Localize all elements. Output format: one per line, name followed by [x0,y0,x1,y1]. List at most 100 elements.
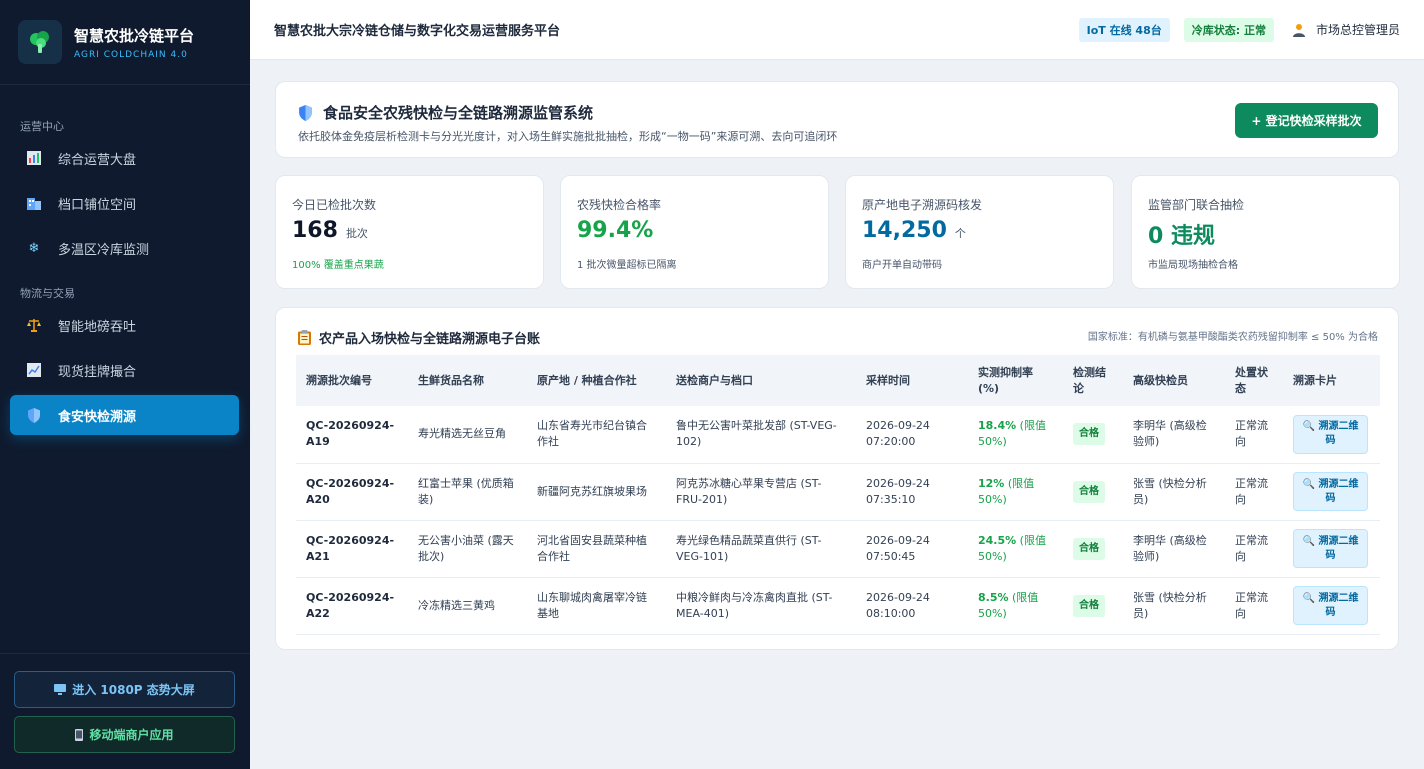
brand-title: 智慧农批冷链平台 [74,26,195,45]
user-avatar-icon [1292,23,1306,37]
batch-id: QC-20260924-A22 [296,577,408,635]
scale-icon [26,317,42,333]
table-row: QC-20260924-A19 寿光精选无丝豆角 山东省寿光市纪台镇合作社 鲁中… [296,406,1380,464]
stat-note: 1 批次微量超标已隔离 [577,260,677,271]
pass-badge: 合格 [1073,423,1105,446]
sample-time: 2026-09-24 08:10:00 [856,577,968,635]
shield-icon [26,407,42,423]
batch-id: QC-20260924-A20 [296,463,408,521]
trace-qr-button[interactable]: 🔍 溯源二维码 [1293,414,1368,454]
column-header: 溯源批次编号 [296,355,408,406]
sidebar-item-label: 档口铺位空间 [58,197,137,213]
action-cell: 🔍 溯源二维码 [1283,577,1380,635]
merchant: 中粮冷鲜肉与冷冻禽肉直批 (ST-MEA-401) [666,577,856,635]
origin: 山东省寿光市纪台镇合作社 [527,406,666,464]
result-cell: 合格 [1063,577,1123,635]
stat-unit: 批次 [345,227,368,240]
rate-value: 24.5% [978,533,1017,547]
result-cell: 合格 [1063,406,1123,464]
sidebar-item-dashboard[interactable]: 综合运营大盘 [10,138,239,178]
inhibition-rate: 12% (限值 50%) [968,463,1063,521]
trace-qr-button[interactable]: 🔍 溯源二维码 [1293,472,1368,511]
system-intro-card: 食品安全农残快检与全链路溯源监管系统 依托胶体金免疫层析检测卡与分光光度计，对入… [275,81,1399,158]
action-cell: 🔍 溯源二维码 [1283,406,1380,464]
column-header: 高级快检员 [1123,355,1225,406]
result-cell: 合格 [1063,463,1123,521]
sidebar-item-coldstore[interactable]: ❄ 多温区冷库监测 [10,228,239,268]
inspector: 李明华 (高级检验师) [1123,406,1225,464]
stat-label: 原产地电子溯源码核发 [862,198,983,212]
merchant: 寿光绿色精品蔬菜直供行 (ST-VEG-101) [666,520,856,578]
pass-badge: 合格 [1073,480,1105,503]
register-sample-button[interactable]: + 登记快检采样批次 [1235,103,1378,138]
broccoli-logo-icon [18,20,62,64]
inspector: 张雪 (快检分析员) [1123,463,1225,521]
column-header: 原产地 / 种植合作社 [527,355,666,406]
sidebar-item-trading[interactable]: 现货挂牌撮合 [10,350,239,390]
action-cell: 🔍 溯源二维码 [1283,463,1380,521]
table-header-row: 溯源批次编号 生鲜货品名称 原产地 / 种植合作社 送检商户与档口 采样时间 实… [296,355,1380,406]
clipboard-icon [298,330,311,345]
mobile-app-button[interactable]: 移动端商户应用 [14,716,235,753]
stat-card-trace-codes: 原产地电子溯源码核发 14,250 个 商户开单自动带码 [845,175,1114,289]
sample-time: 2026-09-24 07:35:10 [856,463,968,521]
coldstore-status-badge: 冷库状态: 正常 [1183,17,1274,42]
action-cell: 🔍 溯源二维码 [1283,520,1380,578]
product-name: 寿光精选无丝豆角 [408,406,527,464]
rate-value: 12% [978,476,1005,490]
stat-value: 14,250 [862,218,947,243]
result-cell: 合格 [1063,520,1123,578]
origin: 河北省固安县蔬菜种植合作社 [527,520,666,578]
sidebar-item-foodsafety[interactable]: 食安快检溯源 [10,395,239,435]
iot-status-badge: IoT 在线 48台 [1078,17,1170,42]
inspector: 张雪 (快检分析员) [1123,577,1225,635]
snowflake-icon: ❄ [28,240,40,256]
top-header: 智慧农批大宗冷链仓储与数字化交易运营服务平台 IoT 在线 48台 冷库状态: … [250,0,1424,60]
stat-note: 商户开单自动带码 [862,260,942,271]
sidebar-item-stalls[interactable]: 档口铺位空间 [10,183,239,223]
column-header: 实测抑制率 (%) [968,355,1063,406]
rate-value: 18.4% [978,419,1017,433]
sidebar-footer [0,653,250,654]
pass-badge: 合格 [1073,594,1105,617]
merchant: 阿克苏冰糖心苹果专营店 (ST-FRU-201) [666,463,856,521]
mobile-app-label: 移动端商户应用 [89,728,174,742]
sidebar-item-label: 现货挂牌撮合 [58,364,137,380]
nav-section-logistics: 物流与交易 [20,287,75,300]
mobile-phone-icon [75,728,84,741]
national-standard-note: 国家标准：有机磷与氨基甲酸酯类农药残留抑制率 ≤ 50% 为合格 [1087,332,1378,343]
column-header: 生鲜货品名称 [408,355,527,406]
stat-card-batches: 今日已检批次数 168 批次 100% 覆盖重点果蔬 [275,175,544,289]
table-row: QC-20260924-A20 红富士苹果 (优质箱装) 新疆阿克苏红旗坡果场 … [296,463,1380,521]
column-header: 处置状态 [1225,355,1283,406]
stat-value: 168 [292,218,338,243]
table-row: QC-20260924-A22 冷冻精选三黄鸡 山东聊城肉禽屠宰冷链基地 中粮冷… [296,577,1380,635]
sidebar-item-label: 综合运营大盘 [58,152,137,168]
stat-card-pass-rate: 农残快检合格率 99.4% 1 批次微量超标已隔离 [560,175,829,289]
trace-qr-button[interactable]: 🔍 溯源二维码 [1293,529,1368,568]
column-header: 采样时间 [856,355,968,406]
user-name: 市场总控管理员 [1315,23,1400,37]
trace-qr-button[interactable]: 🔍 溯源二维码 [1293,586,1368,625]
origin: 新疆阿克苏红旗坡果场 [527,463,666,521]
stat-unit: 个 [954,227,966,240]
trace-ledger-card: 农产品入场快检与全链路溯源电子台账 国家标准：有机磷与氨基甲酸酯类农药残留抑制率… [275,307,1399,650]
page-title: 食品安全农残快检与全链路溯源监管系统 [323,104,594,122]
inhibition-rate: 18.4% (限值 50%) [968,406,1063,464]
inhibition-rate: 24.5% (限值 50%) [968,520,1063,578]
enter-bigscreen-label: 进入 1080P 态势大屏 [72,683,195,697]
user-menu[interactable]: 市场总控管理员 [1292,21,1400,38]
shield-icon [298,104,313,121]
stat-card-joint-inspection: 监管部门联合抽检 0 违规 市监局现场抽检合格 [1131,175,1400,289]
origin: 山东聊城肉禽屠宰冷链基地 [527,577,666,635]
building-icon [26,195,42,211]
page-description: 依托胶体金免疫层析检测卡与分光光度计，对入场生鲜实施批批抽检，形成“一物一码”来… [298,130,838,143]
inspector: 李明华 (高级检验师) [1123,520,1225,578]
sidebar-item-label: 食安快检溯源 [58,409,137,425]
sidebar-item-scale[interactable]: 智能地磅吞吐 [10,305,239,345]
stat-value: 0 违规 [1148,224,1215,249]
brand: 智慧农批冷链平台 AGRI COLDCHAIN 4.0 [0,0,250,85]
enter-bigscreen-button[interactable]: 进入 1080P 态势大屏 [14,671,235,708]
batch-id: QC-20260924-A19 [296,406,408,464]
sample-time: 2026-09-24 07:20:00 [856,406,968,464]
